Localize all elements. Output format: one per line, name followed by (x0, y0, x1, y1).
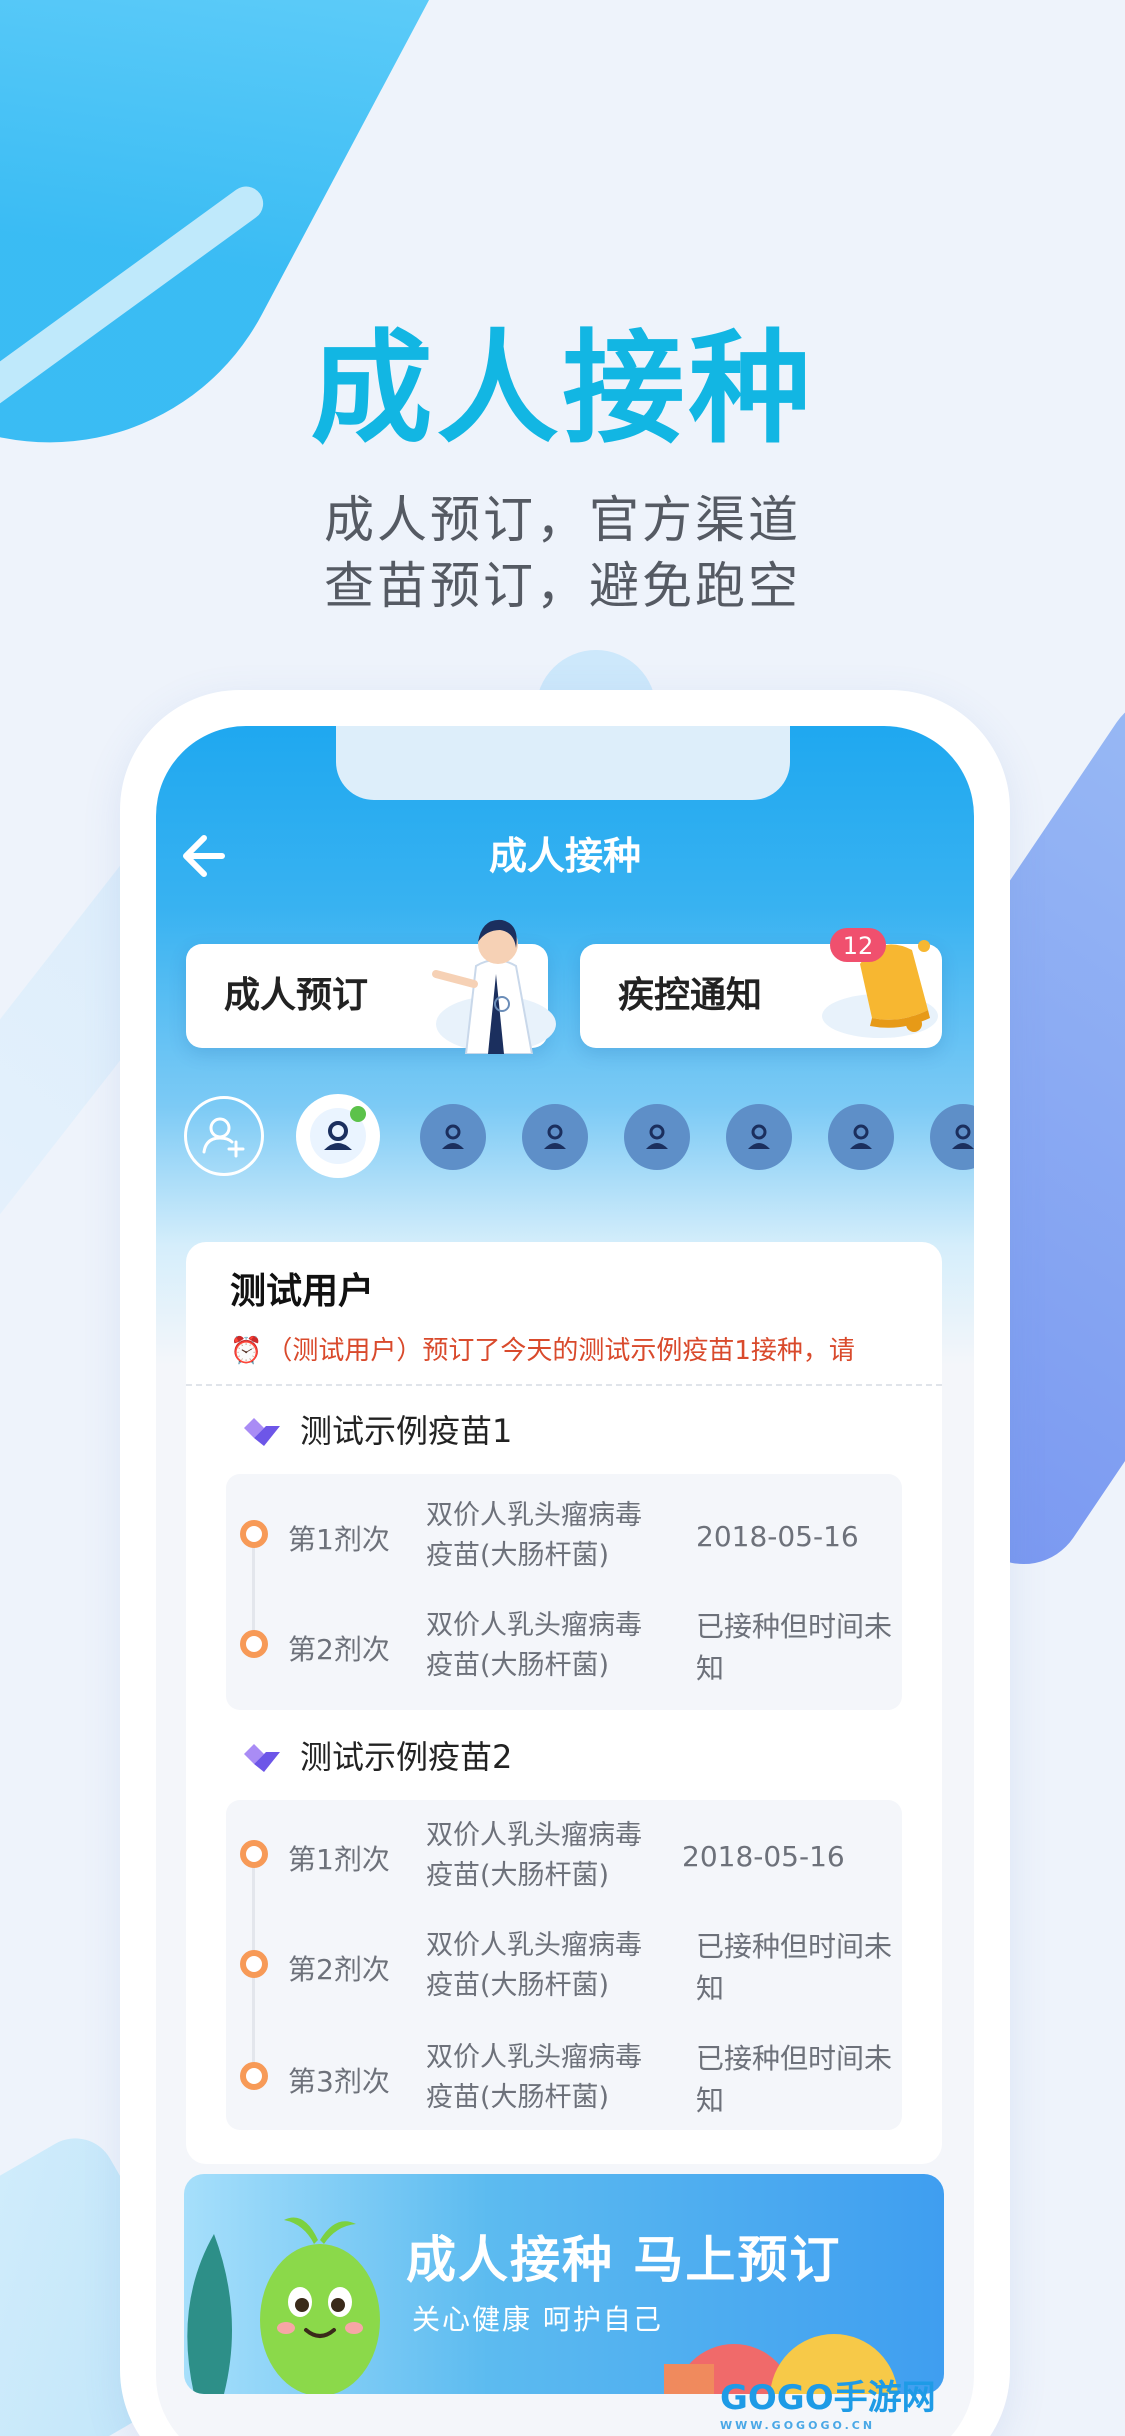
member-avatar-row (184, 1092, 974, 1184)
leaf-icon (187, 2234, 232, 2394)
avatar[interactable] (930, 1104, 974, 1170)
timeline-dot (240, 1630, 268, 1658)
dose-date: 2018-05-16 (696, 1520, 859, 1553)
banner-title: 成人接种 马上预订 (406, 2231, 842, 2289)
phone-notch (336, 726, 790, 800)
adult-booking-card[interactable]: 成人预订 (186, 919, 556, 1054)
hero-subtitle-line2: 查苗预订，避免跑空 (324, 557, 801, 615)
dose-number: 第1剂次 (288, 1843, 390, 1876)
vaccine-heading: 测试示例疫苗2 (242, 1732, 512, 1778)
dose-status: 已接种但时间未知 (696, 1610, 893, 1685)
dose-row[interactable]: 第1剂次 双价人乳头瘤病毒疫苗(大肠杆菌) 2018-05-16 (226, 1806, 902, 1906)
dose-status: 已接种但时间未知 (696, 2042, 893, 2117)
vaccine-name: 测试示例疫苗2 (300, 1738, 513, 1776)
timeline-dot (240, 2062, 268, 2090)
dose-vaccine-name: 双价人乳头瘤病毒疫苗(大肠杆菌) (426, 1500, 642, 1571)
app-screen: 成人接种 成人预订 疾控通知 12 测试用户 ⏰ （测试用户）预订了今天的测试示… (156, 726, 974, 2436)
dose-number: 第2剂次 (288, 1953, 390, 1986)
avatar[interactable] (726, 1104, 792, 1170)
diamond-icon (244, 1418, 280, 1446)
dose-number: 第1剂次 (288, 1523, 390, 1556)
dose-number: 第2剂次 (288, 1633, 390, 1666)
avatar[interactable] (420, 1104, 486, 1170)
divider (186, 1384, 942, 1386)
add-user-icon[interactable] (184, 1096, 264, 1176)
notification-badge: 12 (843, 932, 874, 960)
watermark-url: WWW.GOGOGO.CN (720, 2419, 876, 2432)
booking-notice[interactable]: ⏰ （测试用户）预订了今天的测试示例疫苗1接种，请 (230, 1330, 930, 1367)
avatar[interactable] (828, 1104, 894, 1170)
dose-vaccine-name: 双价人乳头瘤病毒疫苗(大肠杆菌) (426, 1610, 642, 1681)
avatar[interactable] (522, 1104, 588, 1170)
diamond-icon (244, 1744, 280, 1772)
user-name: 测试用户 (230, 1271, 375, 1312)
timeline-dot (240, 1840, 268, 1868)
vaccine-heading: 测试示例疫苗1 (242, 1406, 512, 1452)
hero-subtitle-line1: 成人预订，官方渠道 (324, 491, 801, 549)
site-watermark: GOGO手游网 WWW.GOGOGO.CN (720, 2370, 936, 2432)
avatar-selected[interactable] (296, 1094, 380, 1178)
dose-number: 第3剂次 (288, 2065, 390, 2098)
doctor-illustration-icon (432, 919, 556, 1054)
dose-vaccine-name: 双价人乳头瘤病毒疫苗(大肠杆菌) (426, 1930, 642, 2001)
dose-list: 第1剂次 双价人乳头瘤病毒疫苗(大肠杆菌) 2018-05-16 第2剂次 双价… (226, 1800, 902, 2130)
dose-row[interactable]: 第3剂次 双价人乳头瘤病毒疫苗(大肠杆菌) 已接种但时间未知 (226, 2028, 902, 2128)
promo-banner[interactable]: 成人接种 马上预订 关心健康 呵护自己 (184, 2174, 944, 2394)
dose-row[interactable]: 第2剂次 双价人乳头瘤病毒疫苗(大肠杆菌) 已接种但时间未知 (226, 1596, 902, 1696)
avatar[interactable] (624, 1104, 690, 1170)
dose-status: 已接种但时间未知 (696, 1930, 893, 2005)
dose-date: 2018-05-16 (682, 1840, 845, 1873)
cdc-notice-label: 疾控通知 (618, 975, 763, 1016)
dose-list: 第1剂次 双价人乳头瘤病毒疫苗(大肠杆菌) 2018-05-16 第2剂次 双价… (226, 1474, 902, 1710)
vaccination-record-card: 测试用户 ⏰ （测试用户）预订了今天的测试示例疫苗1接种，请 测试示例疫苗1 第1… (186, 1242, 942, 2164)
booking-notice-text: （测试用户）预订了今天的测试示例疫苗1接种，请 (266, 1336, 855, 1366)
dose-vaccine-name: 双价人乳头瘤病毒疫苗(大肠杆菌) (426, 1820, 642, 1891)
vaccine-name: 测试示例疫苗1 (300, 1412, 513, 1450)
alarm-clock-icon: ⏰ (230, 1336, 263, 1366)
phone-frame: 成人接种 成人预订 疾控通知 12 测试用户 ⏰ （测试用户）预订了今天的测试示… (120, 690, 1010, 2436)
bell-icon: 12 (822, 928, 938, 1038)
banner-subtitle: 关心健康 呵护自己 (412, 2303, 663, 2336)
dose-vaccine-name: 双价人乳头瘤病毒疫苗(大肠杆菌) (426, 2042, 642, 2113)
hero-title: 成人接种 (310, 318, 815, 460)
mascot-icon (260, 2217, 380, 2394)
cdc-notice-card[interactable]: 疾控通知 12 (580, 928, 942, 1048)
timeline-dot (240, 1520, 268, 1548)
timeline-dot (240, 1950, 268, 1978)
dose-row[interactable]: 第2剂次 双价人乳头瘤病毒疫苗(大肠杆菌) 已接种但时间未知 (226, 1916, 902, 2016)
adult-booking-label: 成人预订 (224, 975, 369, 1016)
page-title: 成人接种 (488, 834, 641, 878)
dose-row[interactable]: 第1剂次 双价人乳头瘤病毒疫苗(大肠杆菌) 2018-05-16 (226, 1486, 902, 1586)
watermark-text: GOGO手游网 (720, 2378, 936, 2418)
